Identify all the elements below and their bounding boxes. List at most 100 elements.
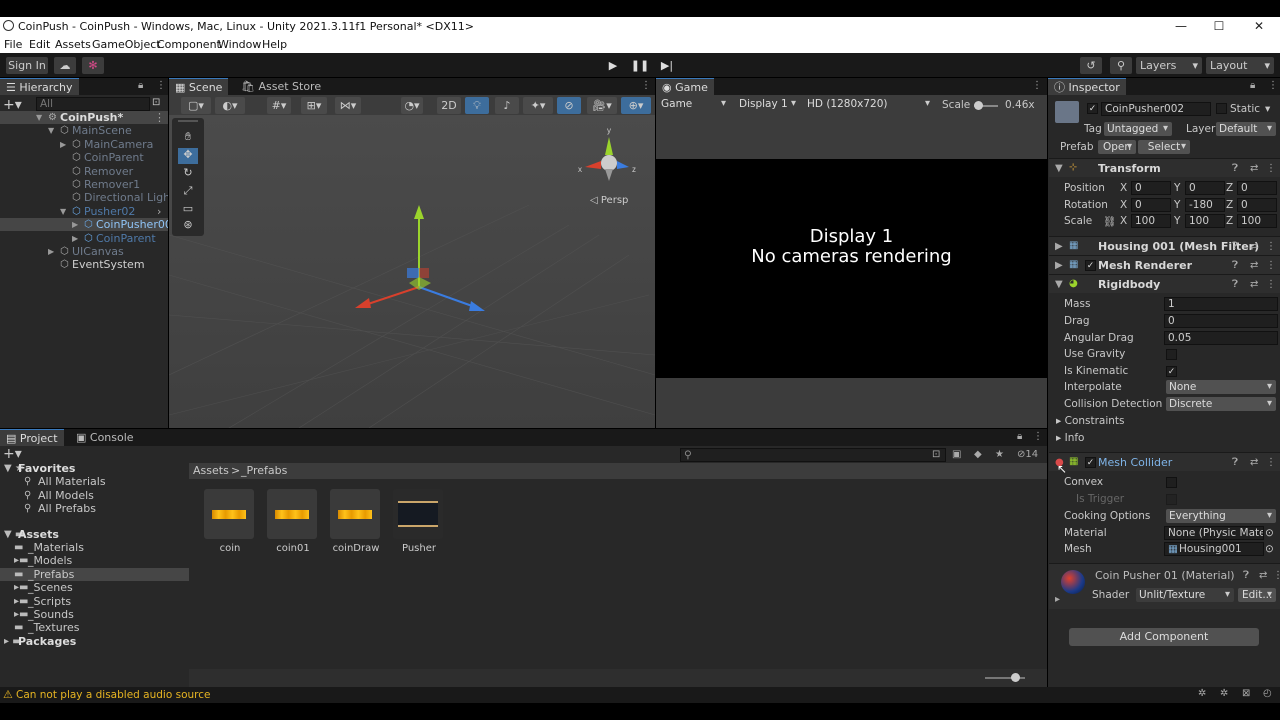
hierarchy-item[interactable]: ⬡ CoinParent xyxy=(0,151,168,164)
scale-z-input[interactable]: 100 xyxy=(1237,214,1277,228)
rect-tool-icon[interactable]: ▭ xyxy=(178,202,198,218)
collab-icon[interactable]: ✻ xyxy=(82,57,104,74)
menu-file[interactable]: File xyxy=(4,38,22,51)
presets-icon[interactable]: ⇄ xyxy=(1250,279,1258,290)
project-folder[interactable]: ▸▬ _Scenes xyxy=(0,581,189,594)
rotation-x-input[interactable]: 0 xyxy=(1131,198,1171,212)
position-x-input[interactable]: 0 xyxy=(1131,181,1171,195)
icon-size-slider[interactable] xyxy=(985,673,1025,682)
tag-dropdown[interactable]: Untagged xyxy=(1104,122,1172,136)
constrain-proportions-icon[interactable]: ⛓︎ xyxy=(1103,215,1116,228)
drag-input[interactable]: 0 xyxy=(1164,314,1278,328)
mesh-collider-enabled-checkbox[interactable]: ✓ xyxy=(1085,457,1096,468)
lock-icon[interactable]: 🔒︎ xyxy=(1017,431,1022,442)
favorite-star-icon[interactable]: ★ xyxy=(995,449,1004,460)
kebab-menu-icon[interactable]: ⋮ xyxy=(1266,260,1276,271)
menu-component[interactable]: Component xyxy=(157,38,221,51)
cloud-icon[interactable]: ☁ xyxy=(54,57,76,74)
foldout-arrow-icon[interactable]: ▼ xyxy=(48,124,54,137)
persp-label[interactable]: ◁ Persp xyxy=(590,195,628,206)
search-by-label-icon[interactable]: ▣ xyxy=(952,449,961,460)
maximize-button[interactable]: ☐ xyxy=(1200,17,1238,36)
resolution-dropdown[interactable]: HD (1280x720) xyxy=(804,97,934,111)
favorite-item[interactable]: ⚲ All Prefabs xyxy=(0,502,189,515)
kebab-menu-icon[interactable]: ⋮ xyxy=(1266,457,1276,468)
project-search-input[interactable]: ⚲ xyxy=(680,448,946,462)
kebab-menu-icon[interactable]: ⋮ xyxy=(1266,279,1276,290)
cooking-options-dropdown[interactable]: Everything xyxy=(1166,509,1276,523)
hierarchy-item[interactable]: ⬡ EventSystem xyxy=(0,258,168,271)
help-icon[interactable]: ❓︎ xyxy=(1232,457,1238,468)
effects-dropdown-icon[interactable]: ✦▾ xyxy=(523,97,553,114)
camera-dropdown-icon[interactable]: 🎥︎▾ xyxy=(587,97,617,114)
help-icon[interactable]: ❓︎ xyxy=(1232,260,1238,271)
layout-dropdown[interactable]: Layout ▾ xyxy=(1206,57,1274,74)
foldout-arrow-icon[interactable]: ▶ xyxy=(48,245,54,258)
kebab-menu-icon[interactable]: ⋮ xyxy=(154,111,165,124)
hierarchy-item[interactable]: ▼ ⬡ MainScene xyxy=(0,124,168,137)
hierarchy-item[interactable]: ⬡ Remover1 xyxy=(0,178,168,191)
chevron-right-icon[interactable]: › xyxy=(157,205,161,218)
assets-folder[interactable]: ▼ ▬ Assets xyxy=(0,528,189,541)
hierarchy-item[interactable]: ▶ ⬡CoinPusher002 xyxy=(0,218,168,232)
game-view[interactable]: Display 1 No cameras rendering xyxy=(656,159,1047,378)
static-dropdown-icon[interactable]: ▾ xyxy=(1265,103,1270,115)
hierarchy-search-input[interactable]: All xyxy=(36,97,150,111)
audio-toggle-icon[interactable]: ♪ xyxy=(495,97,519,114)
menu-help[interactable]: Help xyxy=(262,38,287,51)
angular-drag-input[interactable]: 0.05 xyxy=(1164,331,1278,345)
minimize-button[interactable]: — xyxy=(1162,17,1200,36)
prefab-select-button[interactable]: Select xyxy=(1138,140,1190,154)
tab-project[interactable]: ▤ Project xyxy=(0,429,64,446)
mass-input[interactable]: 1 xyxy=(1164,297,1278,311)
scale-tool-icon[interactable]: ⤢ xyxy=(178,184,198,200)
tab-hierarchy[interactable]: ☰ Hierarchy xyxy=(0,78,79,95)
tab-asset-store[interactable]: 🛍︎ Asset Store xyxy=(235,78,327,95)
menu-window[interactable]: Window xyxy=(218,38,261,51)
presets-icon[interactable]: ⇄ xyxy=(1250,457,1258,468)
hand-tool-icon[interactable]: ✋︎ xyxy=(178,130,198,146)
mesh-field[interactable]: ▦ Housing001 xyxy=(1164,542,1264,556)
interpolate-dropdown[interactable]: None xyxy=(1166,380,1276,394)
hierarchy-item[interactable]: ▼ ⬡ Pusher02 › xyxy=(0,205,168,218)
scale-y-input[interactable]: 100 xyxy=(1185,214,1225,228)
kebab-menu-icon[interactable]: ⋮ xyxy=(1032,80,1042,91)
project-folder[interactable]: ▸▬ _Models xyxy=(0,554,189,567)
orientation-icon[interactable]: ◔▾ xyxy=(401,97,423,114)
lock-icon[interactable]: 🔒︎ xyxy=(138,80,143,91)
lighting-toggle-icon[interactable]: 💡︎ xyxy=(465,97,489,114)
constraints-foldout[interactable]: ▸ Constraints xyxy=(1056,415,1125,427)
breadcrumb-prefabs[interactable]: _Prefabs xyxy=(241,464,287,477)
packages-folder[interactable]: ▸ ▬ Packages xyxy=(0,635,189,648)
mesh-filter-header[interactable]: ▶ ▦ Housing 001 (Mesh Filter) ❓︎ ⇄ ⋮ xyxy=(1049,236,1280,255)
favorites-section[interactable]: ▼ ★ Favorites xyxy=(0,462,189,475)
sign-in-button[interactable]: Sign In xyxy=(6,57,48,74)
help-icon[interactable]: ❓︎ xyxy=(1232,241,1238,252)
settings-icon[interactable]: ✲ xyxy=(1220,688,1228,699)
draw-mode-dropdown[interactable]: ▢▾ xyxy=(181,97,211,114)
hierarchy-item[interactable]: ▶ ⬡ MainCamera xyxy=(0,138,168,151)
transform-header[interactable]: ▼ ⊹ Transform ❓︎ ⇄ ⋮ xyxy=(1049,158,1280,177)
help-icon[interactable]: ❓︎ xyxy=(1243,570,1249,581)
hierarchy-item[interactable]: ▶ ⬡ UICanvas xyxy=(0,245,168,258)
menu-gameobject[interactable]: GameObject xyxy=(92,38,161,51)
game-mode-dropdown[interactable]: Game xyxy=(658,97,730,111)
bug-icon[interactable]: ✲ xyxy=(1198,688,1206,699)
tab-console[interactable]: ▣ Console xyxy=(70,429,140,446)
project-folder[interactable]: ▬ _Textures xyxy=(0,621,189,634)
active-checkbox[interactable]: ✓ xyxy=(1087,103,1098,114)
foldout-arrow-icon[interactable]: ▶ xyxy=(72,218,78,231)
hierarchy-item[interactable]: ⬡ Directional Light xyxy=(0,191,168,204)
scale-x-input[interactable]: 100 xyxy=(1131,214,1171,228)
history-icon[interactable]: ↺ xyxy=(1080,57,1102,74)
gizmos-dropdown-icon[interactable]: ⊕▾ xyxy=(621,97,651,114)
grid-icon[interactable]: ⊞▾ xyxy=(301,97,327,114)
info-foldout[interactable]: ▸ Info xyxy=(1056,432,1084,444)
hidden-packages-icon[interactable]: ⊘14 xyxy=(1017,449,1038,460)
prefab-open-button[interactable]: Open xyxy=(1098,140,1136,154)
asset-item[interactable]: Pusher xyxy=(393,489,445,554)
scale-slider[interactable] xyxy=(974,101,998,110)
position-z-input[interactable]: 0 xyxy=(1237,181,1277,195)
kebab-menu-icon[interactable]: ⋮ xyxy=(1273,570,1280,581)
foldout-arrow-icon[interactable]: ▶ xyxy=(72,232,78,245)
